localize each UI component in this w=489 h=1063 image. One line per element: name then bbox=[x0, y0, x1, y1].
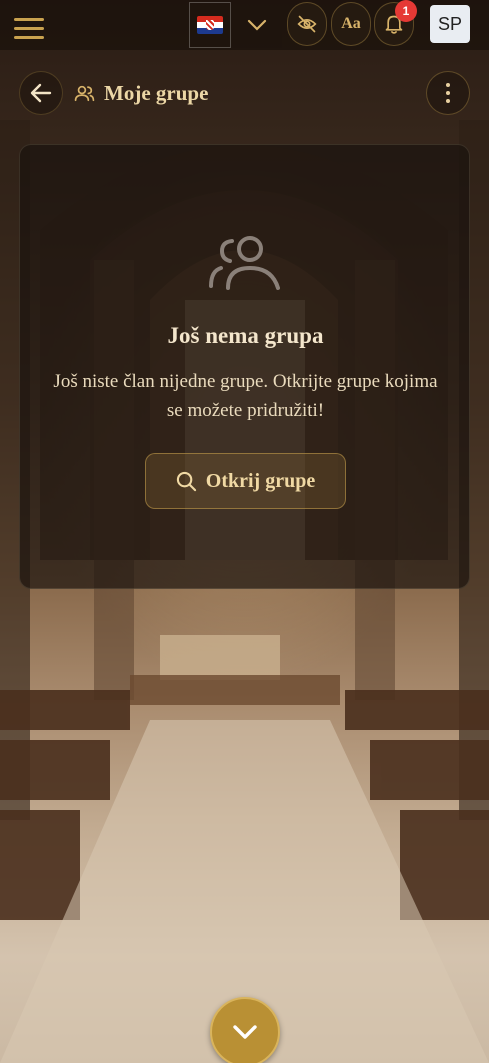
page-title-text: Moje grupe bbox=[104, 80, 209, 105]
search-icon bbox=[176, 471, 196, 491]
back-button[interactable] bbox=[19, 71, 63, 115]
notifications-button[interactable]: 1 bbox=[374, 0, 417, 46]
chevron-down-icon bbox=[247, 19, 267, 31]
hamburger-menu-icon[interactable] bbox=[14, 18, 44, 44]
user-avatar[interactable]: SP bbox=[430, 5, 470, 43]
empty-state-description: Još niste član nijedne grupe. Otkrijte g… bbox=[53, 371, 438, 421]
users-outline-icon bbox=[209, 236, 280, 290]
discover-groups-button[interactable]: Otkrij grupe bbox=[145, 453, 346, 509]
empty-state-title: Još nema grupa bbox=[167, 323, 324, 348]
avatar-initials: SP bbox=[437, 13, 462, 34]
scroll-down-button[interactable] bbox=[210, 997, 280, 1063]
toggle-visibility-button[interactable] bbox=[287, 2, 327, 46]
discover-groups-label: Otkrij grupe bbox=[205, 469, 316, 492]
page-title: Moje grupe bbox=[74, 80, 208, 106]
top-bar: Aa 1 SP bbox=[0, 0, 489, 50]
croatia-flag-icon bbox=[197, 16, 223, 34]
eye-off-icon bbox=[297, 15, 317, 33]
chevron-down-icon bbox=[233, 1025, 257, 1039]
more-options-button[interactable] bbox=[426, 71, 470, 115]
font-size-button[interactable]: Aa bbox=[331, 2, 371, 46]
font-size-label: Aa bbox=[341, 15, 361, 32]
notification-count-badge: 1 bbox=[395, 0, 417, 22]
language-dropdown-button[interactable] bbox=[232, 2, 282, 48]
users-icon bbox=[74, 85, 95, 101]
language-flag-button[interactable] bbox=[189, 2, 231, 48]
more-vertical-icon bbox=[446, 83, 450, 87]
arrow-left-icon bbox=[30, 83, 52, 103]
empty-state-card: Još nema grupa Još niste član nijedne gr… bbox=[19, 144, 470, 589]
